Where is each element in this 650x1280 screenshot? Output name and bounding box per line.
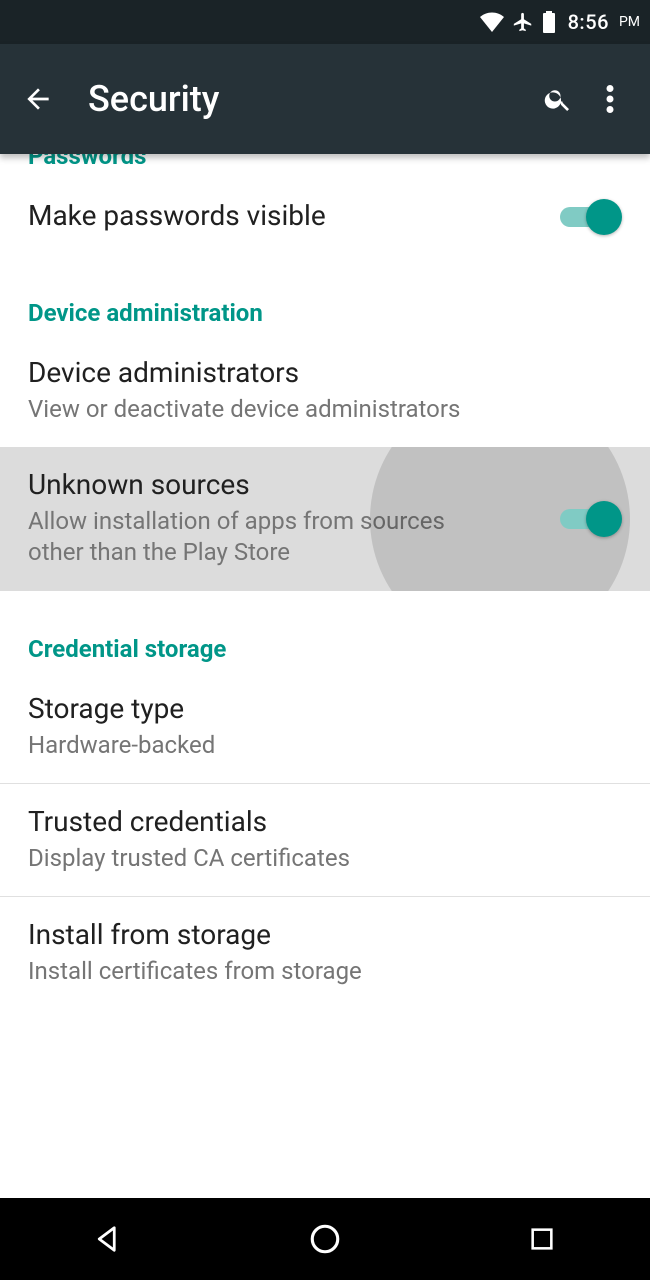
toggle-make-passwords-visible[interactable] [560,199,622,235]
row-install-from-storage[interactable]: Install from storage Install certificate… [0,897,650,1009]
row-title: Device administrators [28,355,622,390]
page-title: Security [88,78,528,120]
row-subtitle: Allow installation of apps from sources … [28,506,448,568]
row-title: Unknown sources [28,467,530,502]
nav-home-button[interactable] [285,1214,365,1264]
row-subtitle: Hardware-backed [28,730,622,761]
row-subtitle: View or deactivate device administrators [28,394,622,425]
status-bar: 8:56 PM [0,0,650,44]
section-header-device-admin: Device administration [0,283,650,335]
section-header-credential-storage: Credential storage [0,619,650,671]
overflow-menu-button[interactable] [588,77,632,121]
row-title: Install from storage [28,917,622,952]
row-title: Trusted credentials [28,804,622,839]
search-button[interactable] [536,77,580,121]
section-header-passwords: Passwords [0,154,650,178]
row-unknown-sources[interactable]: Unknown sources Allow installation of ap… [0,447,650,590]
clock-ampm: PM [619,14,640,30]
row-make-passwords-visible[interactable]: Make passwords visible [0,178,650,255]
app-bar: Security [0,44,650,154]
toggle-thumb [586,501,622,537]
spacer [0,255,650,283]
row-trusted-credentials[interactable]: Trusted credentials Display trusted CA c… [0,784,650,896]
battery-icon [542,11,556,33]
back-button[interactable] [18,79,58,119]
screen: 8:56 PM Security Passwords Make password… [0,0,650,1280]
row-title: Make passwords visible [28,198,530,233]
nav-recents-button[interactable] [502,1214,582,1264]
toggle-unknown-sources[interactable] [560,501,622,537]
spacer [0,591,650,619]
clock-time: 8:56 [568,10,609,34]
row-subtitle: Install certificates from storage [28,956,622,987]
toggle-thumb [586,199,622,235]
wifi-icon [480,12,504,32]
navigation-bar [0,1198,650,1280]
row-storage-type[interactable]: Storage type Hardware-backed [0,671,650,783]
nav-back-button[interactable] [68,1214,148,1264]
row-title: Storage type [28,691,622,726]
row-subtitle: Display trusted CA certificates [28,843,622,874]
settings-list[interactable]: Passwords Make passwords visible Device … [0,154,650,1198]
row-device-administrators[interactable]: Device administrators View or deactivate… [0,335,650,447]
airplane-icon [512,11,534,33]
